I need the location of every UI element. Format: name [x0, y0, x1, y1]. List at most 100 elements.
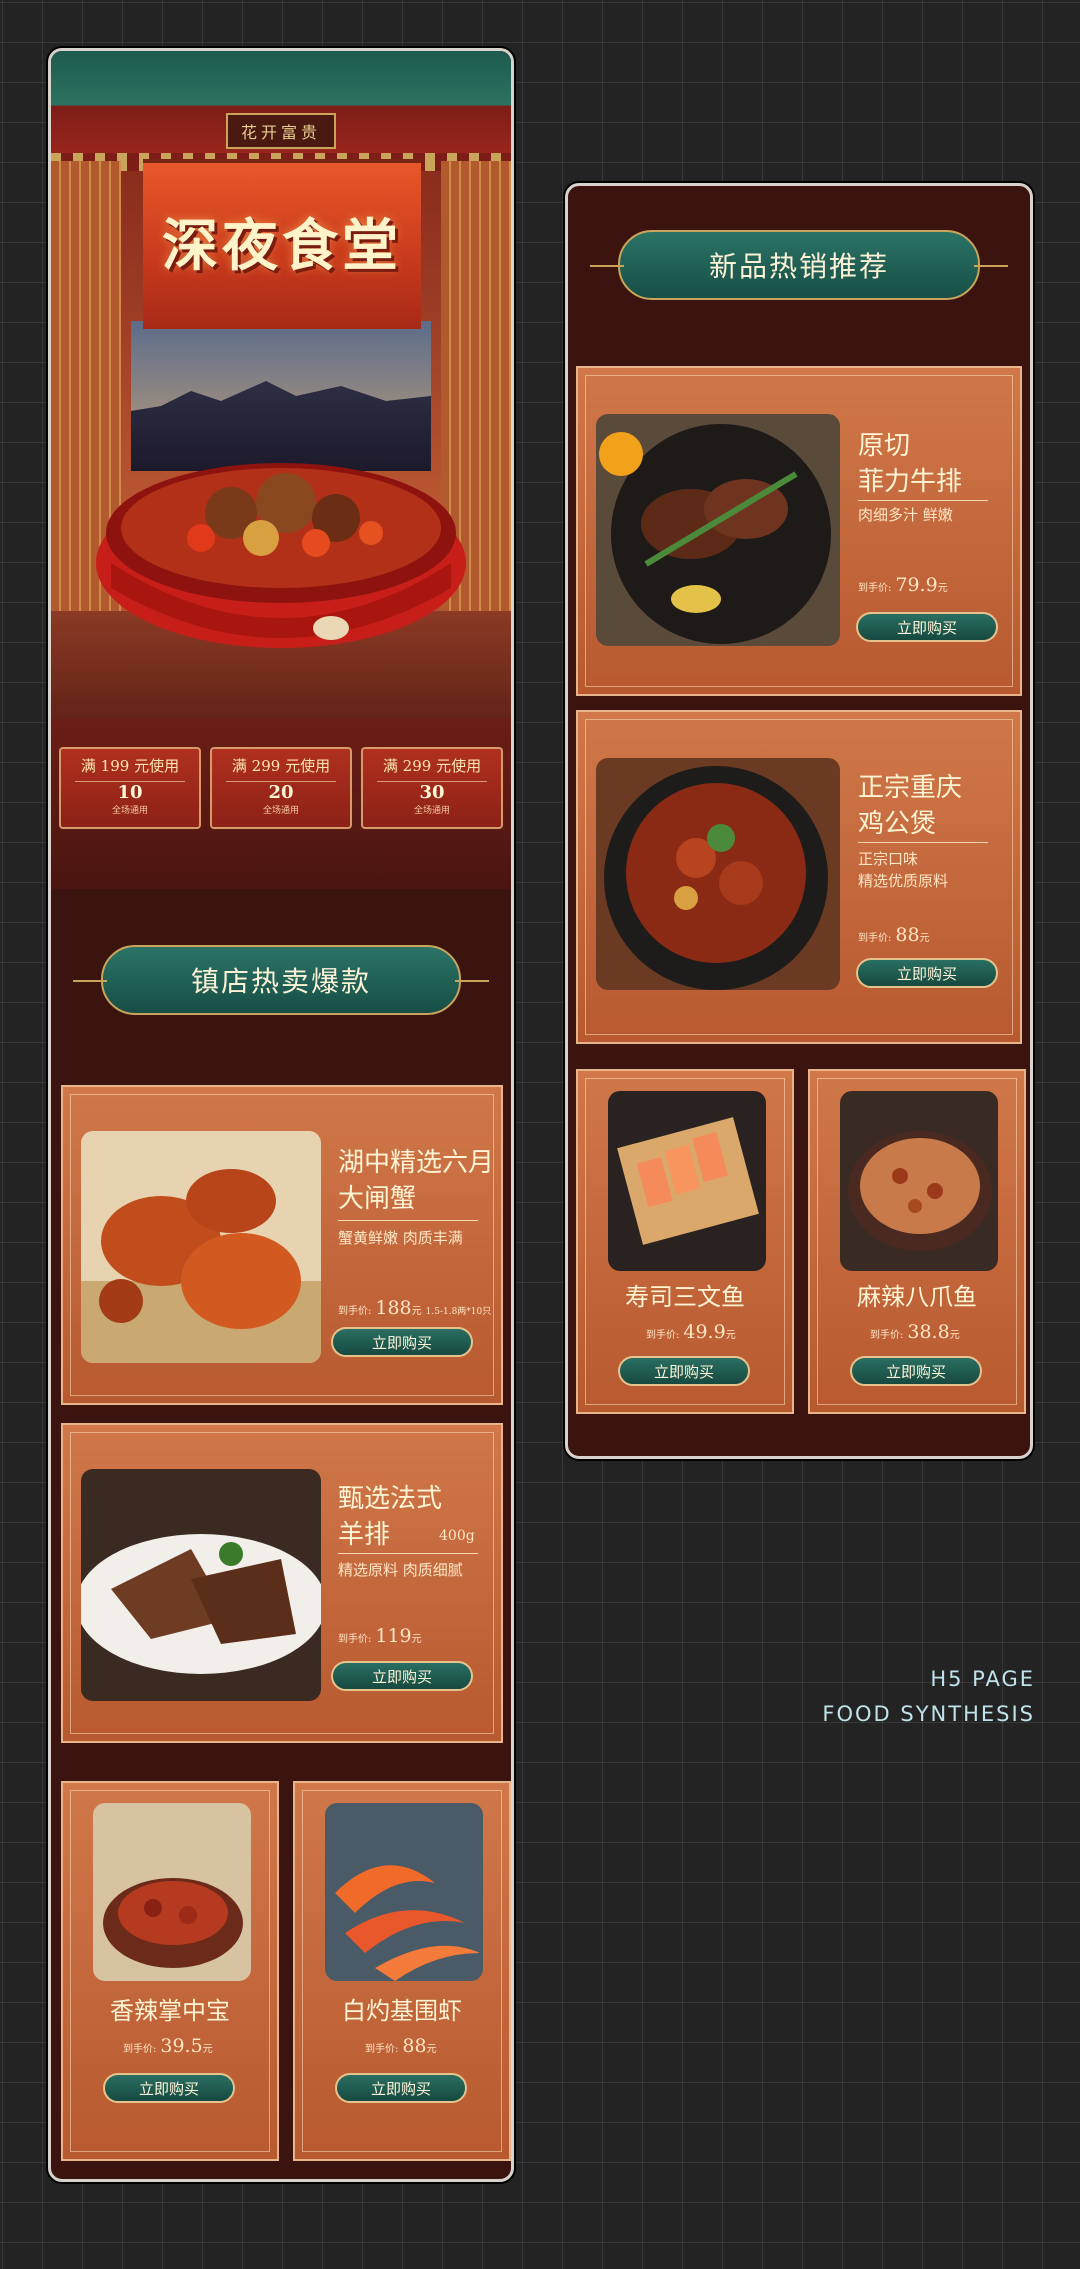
section-title-new: 新品热销推荐 [590, 230, 1008, 300]
buy-button[interactable]: 立即购买 [335, 2073, 467, 2103]
price-value: 88 [895, 924, 920, 946]
product-name: 香辣掌中宝 [110, 1997, 230, 2025]
product-desc: 蟹黄鲜嫩 肉质丰满 [338, 1229, 463, 1247]
chicken-photo [93, 1803, 251, 1981]
price-unit: 元 [949, 1330, 960, 1341]
coupon-condition: 满 299 元使用 [231, 757, 331, 775]
lamb-photo [81, 1469, 321, 1701]
hero-plaque: 花开富贵 [226, 113, 336, 149]
spicy-pot-image [81, 413, 476, 673]
price-unit: 元 [725, 1330, 736, 1341]
price-unit: 元 [426, 2044, 437, 2055]
coupon-condition: 满 299 元使用 [382, 757, 482, 775]
price-label: 到手价: [365, 2044, 399, 2055]
price-label: 到手价: [858, 583, 892, 594]
price-value: 119 [375, 1625, 412, 1647]
product-price: 到手价: 49.9元 [646, 1321, 736, 1343]
price-value: 39.5 [160, 2035, 203, 2057]
product-card-chicken-pot[interactable]: 正宗重庆 鸡公煲 正宗口味 精选优质原料 到手价: 88元 立即购买 [576, 710, 1022, 1044]
product-card-lamb[interactable]: 甄选法式 羊排 400g 精选原料 肉质细腻 到手价: 119元 立即购买 [61, 1423, 503, 1743]
buy-button[interactable]: 立即购买 [331, 1327, 473, 1357]
coupon-note: 全场通用 [413, 806, 450, 816]
price-value: 88 [402, 2035, 427, 2057]
price-unit: 元 [919, 933, 930, 944]
price-unit: 元 [937, 583, 948, 594]
price-unit: 元 [411, 1634, 422, 1645]
price-label: 到手价: [338, 1306, 372, 1317]
product-desc: 正宗口味 精选优质原料 [858, 850, 949, 890]
buy-button[interactable]: 立即购买 [856, 612, 998, 642]
product-name: 正宗重庆 鸡公煲 [858, 773, 963, 839]
price-value: 49.9 [683, 1321, 726, 1343]
coupon-divider [377, 781, 487, 782]
phone-frame-right: 新品热销推荐 原切 菲力牛排 肉细多汁 鲜嫩 到手价: 79.9元 立即购买 正… [565, 183, 1033, 1459]
product-name: 麻辣八爪鱼 [857, 1283, 977, 1311]
buy-button[interactable]: 立即购买 [850, 1356, 982, 1386]
buy-button[interactable]: 立即购买 [856, 958, 998, 988]
price-label: 到手价: [858, 933, 892, 944]
product-card-shrimp[interactable]: 白灼基围虾 到手价: 88元 立即购买 [293, 1781, 511, 2161]
product-card-crab[interactable]: 湖中精选六月 大闸蟹 蟹黄鲜嫩 肉质丰满 到手价: 188元 1.5-1.8两*10… [61, 1085, 503, 1405]
product-price: 到手价: 88元 [858, 924, 930, 946]
phone-frame-left: 花开富贵 深夜食堂 满 199 元使用 10 全场通用 满 299 元使用 20… [48, 48, 514, 2182]
name-underline [338, 1220, 478, 1221]
product-price: 到手价: 88元 [365, 2035, 437, 2057]
sushi-photo [608, 1091, 766, 1271]
price-label: 到手价: [646, 1330, 680, 1341]
product-desc: 肉细多汁 鲜嫩 [858, 506, 953, 524]
product-name: 原切 菲力牛排 [858, 431, 963, 497]
name-underline [858, 842, 988, 843]
product-card-sushi[interactable]: 寿司三文鱼 到手价: 49.9元 立即购买 [576, 1069, 794, 1414]
hero-title-banner: 深夜食堂 [143, 159, 421, 329]
buy-button[interactable]: 立即购买 [331, 1661, 473, 1691]
product-price: 到手价: 79.9元 [858, 574, 948, 596]
name-underline [858, 500, 988, 501]
product-name: 白灼基围虾 [342, 1997, 462, 2025]
price-label: 到手价: [338, 1634, 372, 1645]
watermark-line1: H5 PAGE [930, 1667, 1035, 1691]
octopus-photo [840, 1091, 998, 1271]
product-weight: 400g [439, 1528, 475, 1544]
product-name: 甄选法式 羊排 [338, 1484, 443, 1550]
price-extra: 1.5-1.8两*10只 [425, 1307, 492, 1317]
product-price: 到手价: 39.5元 [123, 2035, 213, 2057]
product-name: 寿司三文鱼 [625, 1283, 745, 1311]
steak-photo [596, 414, 840, 646]
product-card-steak[interactable]: 原切 菲力牛排 肉细多汁 鲜嫩 到手价: 79.9元 立即购买 [576, 366, 1022, 696]
coupon-card[interactable]: 满 299 元使用 30 全场通用 [361, 747, 503, 829]
buy-button[interactable]: 立即购买 [103, 2073, 235, 2103]
coupon-value: 30 [419, 782, 445, 803]
product-card-chicken[interactable]: 香辣掌中宝 到手价: 39.5元 立即购买 [61, 1781, 279, 2161]
hero-title: 深夜食堂 [162, 213, 402, 279]
buy-button[interactable]: 立即购买 [618, 1356, 750, 1386]
product-price: 到手价: 188元 1.5-1.8两*10只 [338, 1297, 491, 1319]
coupon-note: 全场通用 [262, 806, 299, 816]
price-value: 188 [375, 1297, 412, 1319]
price-label: 到手价: [870, 1330, 904, 1341]
price-label: 到手价: [123, 2044, 157, 2055]
product-name: 湖中精选六月 大闸蟹 [338, 1148, 495, 1214]
coupon-condition: 满 199 元使用 [80, 757, 180, 775]
name-underline [338, 1553, 478, 1554]
temple-roof [51, 51, 511, 171]
price-unit: 元 [411, 1306, 422, 1317]
coupon-divider [75, 781, 185, 782]
coupon-divider [226, 781, 336, 782]
shrimp-photo [325, 1803, 483, 1981]
coupon-card[interactable]: 满 299 元使用 20 全场通用 [210, 747, 352, 829]
price-unit: 元 [202, 2044, 213, 2055]
coupon-value: 20 [268, 782, 294, 803]
watermark-line2: FOOD SYNTHESIS [822, 1702, 1035, 1726]
crab-photo [81, 1131, 321, 1363]
chicken-pot-photo [596, 758, 840, 990]
product-desc: 精选原料 肉质细腻 [338, 1561, 463, 1579]
product-price: 到手价: 38.8元 [870, 1321, 960, 1343]
price-value: 38.8 [907, 1321, 950, 1343]
product-card-octopus[interactable]: 麻辣八爪鱼 到手价: 38.8元 立即购买 [808, 1069, 1026, 1414]
coupon-value: 10 [117, 782, 143, 803]
coupon-card[interactable]: 满 199 元使用 10 全场通用 [59, 747, 201, 829]
section-title-hot: 镇店热卖爆款 [73, 945, 489, 1015]
coupon-bar: 满 199 元使用 10 全场通用 满 299 元使用 20 全场通用 满 29… [51, 719, 511, 889]
coupon-note: 全场通用 [111, 806, 148, 816]
product-price: 到手价: 119元 [338, 1625, 422, 1647]
